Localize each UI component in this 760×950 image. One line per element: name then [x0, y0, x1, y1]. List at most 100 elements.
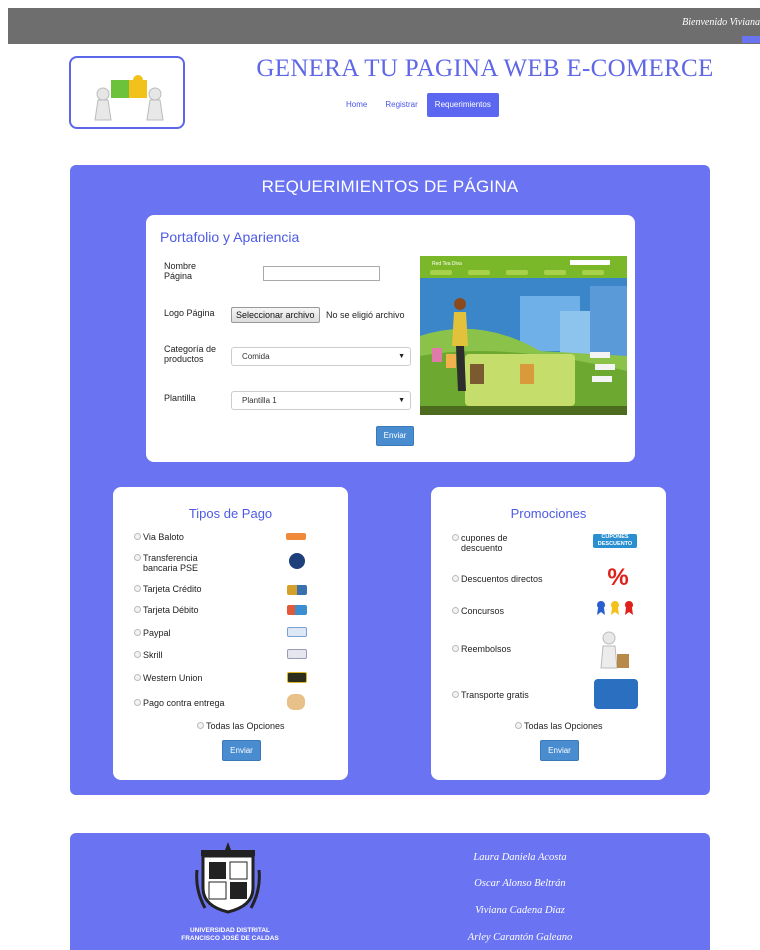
option-direct-discounts[interactable]: Descuentos directos	[452, 574, 543, 584]
logout-link[interactable]	[742, 36, 760, 43]
welcome-text: Bienvenido Viviana	[682, 17, 760, 28]
nav-home[interactable]: Home	[337, 93, 376, 117]
ribbons-icon	[595, 600, 635, 616]
baloto-logo-icon	[286, 533, 306, 540]
chevron-down-icon: ▼	[398, 353, 405, 360]
radio-button[interactable]	[452, 575, 459, 582]
page-name-input[interactable]	[263, 266, 380, 281]
category-select[interactable]: Comida ▼	[231, 347, 411, 366]
radio-button[interactable]	[452, 607, 459, 614]
promotions-all-options[interactable]: Todas las Opciones	[515, 721, 603, 731]
refund-person-graphic	[600, 631, 629, 669]
main-nav: Home Registrar Requerimientos	[337, 93, 499, 117]
payment-types-card: Tipos de Pago Via Baloto Transferencia ba…	[113, 487, 348, 780]
western-union-logo-icon	[287, 672, 307, 683]
site-title: GENERA TU PAGINA WEB E-COMERCE	[256, 55, 714, 82]
option-refunds[interactable]: Reembolsos	[452, 644, 511, 654]
file-status: No se eligió archivo	[326, 310, 405, 320]
option-label: Reembolsos	[461, 644, 512, 654]
promotions-card: Promociones cupones de descuento Descuent…	[431, 487, 666, 780]
option-coupons[interactable]: cupones de descuento	[452, 533, 508, 553]
radio-button[interactable]	[134, 554, 141, 561]
radio-button[interactable]	[515, 722, 522, 729]
portfolio-card: Portafolio y Apariencia Nombre Página Lo…	[146, 215, 635, 462]
logo-label: Logo Página	[164, 308, 215, 318]
refund-person-icon	[597, 630, 633, 670]
option-label: Concursos	[461, 606, 505, 616]
percent-icon: %	[607, 564, 629, 591]
name-label: Nombre Página	[164, 261, 196, 281]
radio-button[interactable]	[134, 699, 141, 706]
author-name: Arley Carantón Galeano	[467, 932, 573, 943]
name-label-line-1: Nombre	[164, 261, 197, 271]
option-label: Tarjeta Débito	[143, 605, 199, 615]
option-contests[interactable]: Concursos	[452, 606, 504, 616]
option-debit-card[interactable]: Tarjeta Débito	[134, 605, 199, 615]
option-label-line-2: bancaria PSE	[143, 563, 199, 573]
option-via-baloto[interactable]: Via Baloto	[134, 532, 184, 542]
radio-button[interactable]	[134, 606, 141, 613]
choose-file-button[interactable]: Seleccionar archivo	[231, 307, 320, 323]
option-label: Via Baloto	[143, 532, 184, 542]
university-crest-graphic	[195, 842, 261, 914]
option-label: cupones de descuento	[461, 533, 508, 553]
nav-requerimientos[interactable]: Requerimientos	[426, 93, 499, 117]
option-label: Descuentos directos	[461, 574, 543, 584]
radio-button[interactable]	[134, 674, 141, 681]
promotions-submit-button[interactable]: Enviar	[540, 740, 579, 761]
delivery-box-icon	[287, 694, 305, 710]
university-crest-icon	[195, 840, 261, 916]
coupon-badge-icon: CUPONES DESCUENTO	[593, 534, 637, 548]
option-label: Skrill	[143, 650, 163, 660]
nav-registrar[interactable]: Registrar	[376, 93, 426, 117]
option-label: Western Union	[143, 673, 203, 683]
option-label-line-1: Transferencia	[143, 553, 198, 563]
university-name-line-1: UNIVERSIDAD DISTRITAL	[189, 927, 271, 934]
option-credit-card[interactable]: Tarjeta Crédito	[134, 584, 202, 594]
option-pse[interactable]: Transferencia bancaria PSE	[134, 553, 198, 573]
option-label-line-2: descuento	[461, 543, 503, 553]
university-name: UNIVERSIDAD DISTRITAL FRANCISCO JOSÉ DE …	[150, 927, 310, 943]
all-options-label: Todas las Opciones	[206, 721, 285, 731]
option-cash-on-delivery[interactable]: Pago contra entrega	[134, 698, 225, 708]
debit-cards-icon	[287, 605, 307, 615]
option-label: Paypal	[143, 628, 171, 638]
option-label-line-1: cupones de	[461, 533, 508, 543]
template-label: Plantilla	[164, 393, 196, 403]
ribbons-graphic	[597, 601, 633, 615]
author-name: Laura Daniela Acosta	[473, 852, 567, 863]
free-shipping-truck-icon	[594, 679, 638, 709]
author-name: Viviana Cadena Díaz	[475, 905, 565, 916]
radio-button[interactable]	[134, 629, 141, 636]
option-label: Tarjeta Crédito	[143, 584, 202, 594]
payments-all-options[interactable]: Todas las Opciones	[197, 721, 285, 731]
category-value: Comida	[242, 352, 270, 361]
category-label-line-2: productos	[164, 354, 204, 364]
all-options-label: Todas las Opciones	[524, 721, 603, 731]
portfolio-submit-button[interactable]: Enviar	[376, 426, 414, 446]
name-label-line-2: Página	[164, 271, 193, 281]
option-free-shipping[interactable]: Transporte gratis	[452, 690, 529, 700]
radio-button[interactable]	[134, 533, 141, 540]
option-skrill[interactable]: Skrill	[134, 650, 163, 660]
top-bar: Bienvenido Viviana	[8, 8, 760, 44]
promotions-title: Promociones	[510, 506, 587, 521]
radio-button[interactable]	[452, 691, 459, 698]
category-label: Categoría de productos	[164, 344, 216, 364]
radio-button[interactable]	[452, 645, 459, 652]
radio-button[interactable]	[197, 722, 204, 729]
site-logo[interactable]	[69, 56, 185, 129]
skrill-logo-icon	[287, 649, 307, 659]
option-paypal[interactable]: Paypal	[134, 628, 171, 638]
radio-button[interactable]	[452, 534, 459, 541]
radio-button[interactable]	[134, 651, 141, 658]
portfolio-title: Portafolio y Apariencia	[160, 229, 300, 245]
paypal-logo-icon	[287, 627, 307, 637]
template-select[interactable]: Plantilla 1 ▼	[231, 391, 411, 410]
preview-brand: Red Tea Diva	[432, 261, 462, 267]
payment-types-title: Tipos de Pago	[188, 506, 273, 521]
author-name: Oscar Alonso Beltrán	[474, 878, 566, 889]
payments-submit-button[interactable]: Enviar	[222, 740, 261, 761]
option-western-union[interactable]: Western Union	[134, 673, 202, 683]
radio-button[interactable]	[134, 585, 141, 592]
